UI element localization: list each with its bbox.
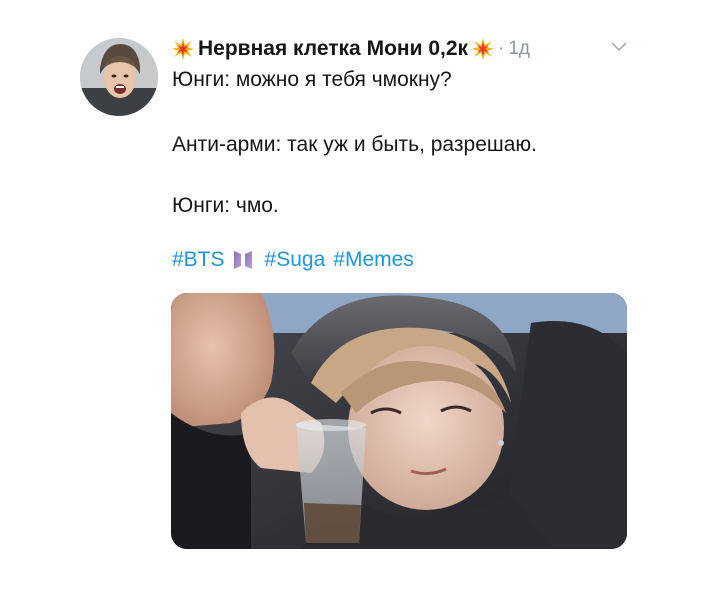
separator-dot: ·	[498, 38, 505, 59]
tweet-media-image[interactable]	[171, 293, 627, 549]
tweet-text-line: Юнги: чмо.	[172, 194, 279, 217]
avatar[interactable]	[80, 38, 158, 116]
chevron-down-icon[interactable]	[611, 42, 627, 52]
bts-logo-icon	[233, 251, 252, 269]
tweet-timestamp[interactable]: 1д	[508, 38, 530, 60]
tweet-header: Нервная клетка Мони 0,2к · 1д	[172, 34, 530, 64]
tweet: Нервная клетка Мони 0,2к · 1д Юнги: можн…	[0, 0, 720, 594]
hashtag-memes[interactable]: #Memes	[333, 248, 414, 272]
collision-sparkle-icon	[472, 38, 495, 60]
hashtag-row: #BTS #Suga #Memes	[172, 248, 414, 272]
tweet-text-line: Анти-арми: так уж и быть, разрешаю.	[172, 133, 537, 156]
collision-sparkle-icon	[172, 38, 194, 60]
hashtag-bts[interactable]: #BTS	[172, 248, 225, 272]
author-name[interactable]: Нервная клетка Мони 0,2к	[198, 37, 468, 61]
hashtag-suga[interactable]: #Suga	[265, 248, 326, 272]
tweet-text-line: Юнги: можно я тебя чмокну?	[172, 68, 452, 91]
